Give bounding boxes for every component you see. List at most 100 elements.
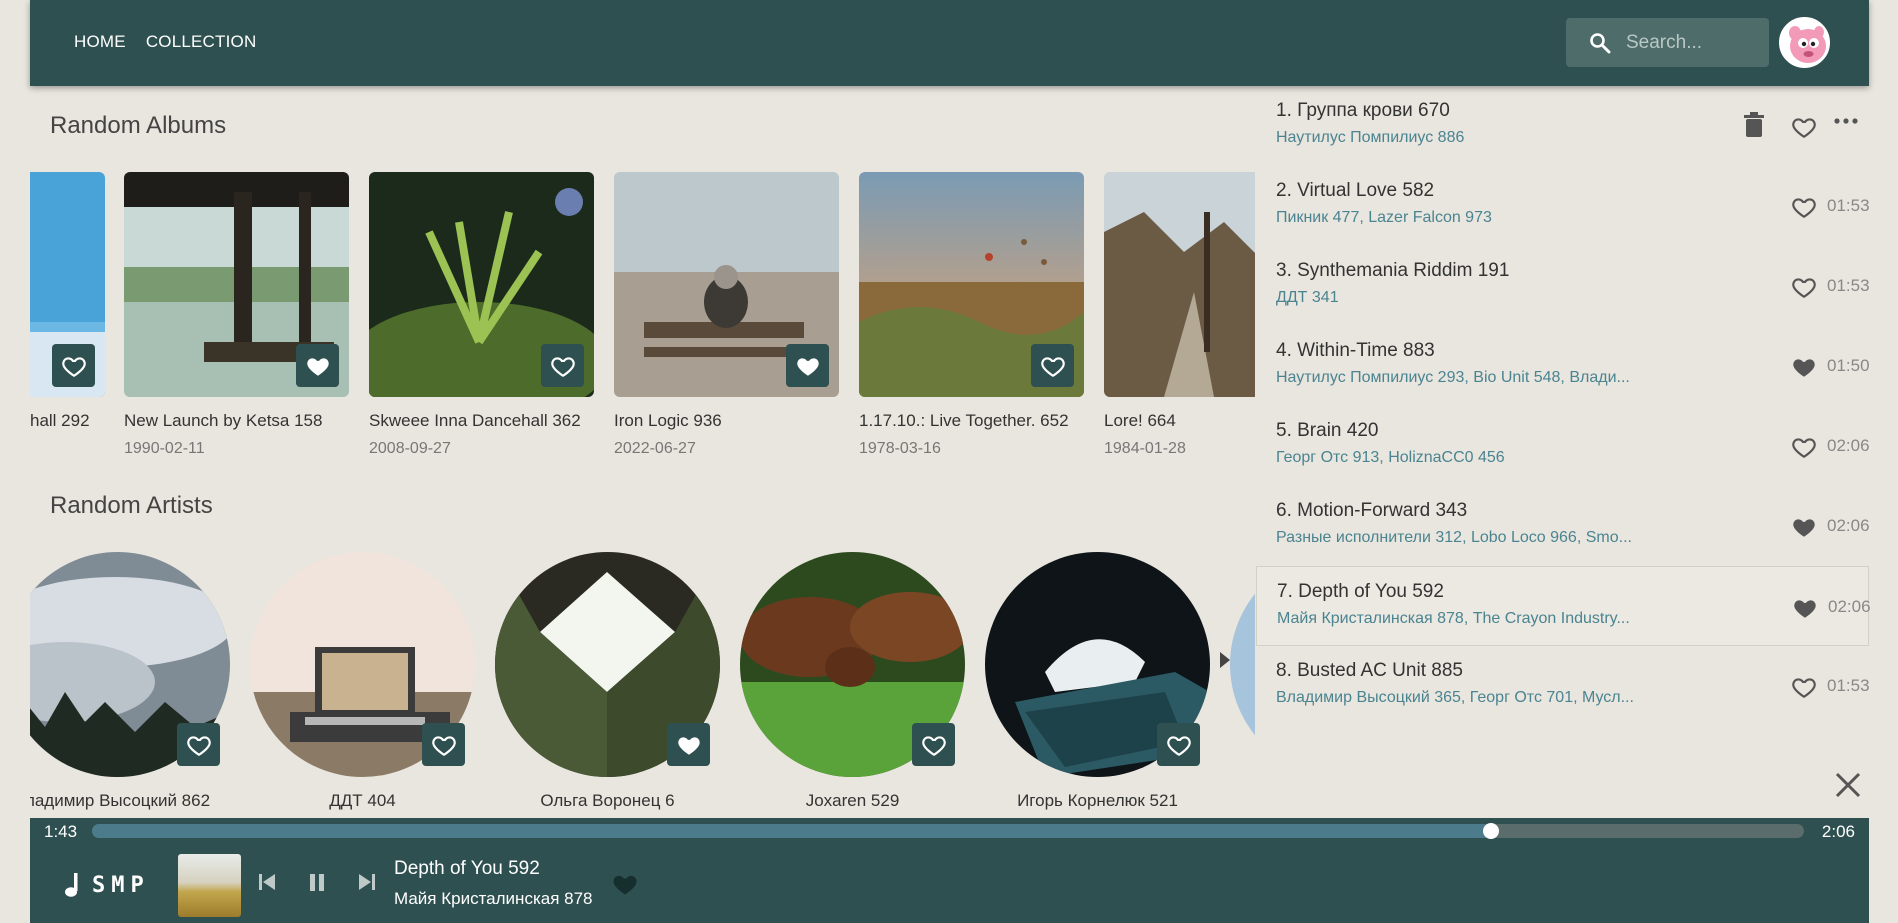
album-favorite-button[interactable] [296, 344, 339, 387]
queue-track-duration: 02:06 [1827, 436, 1870, 455]
queue-item[interactable]: 5. Brain 420 Георг Отс 913, HoliznaCC0 4… [1256, 406, 1870, 486]
album-cover[interactable] [1104, 172, 1255, 397]
now-playing-title[interactable]: Depth of You 592 [394, 858, 540, 880]
queue-item[interactable]: 6. Motion-Forward 343 Разные исполнители… [1256, 486, 1870, 566]
nav-collection-link[interactable]: COLLECTION [146, 32, 257, 52]
heart-filled-icon[interactable] [1790, 514, 1818, 540]
pause-icon[interactable] [307, 871, 327, 893]
next-track-icon[interactable] [357, 871, 377, 893]
queue-item[interactable]: 1. Группа крови 670 Наутилус Помпилиус 8… [1256, 86, 1869, 166]
album-title[interactable]: Iron Logic 936 [614, 411, 839, 431]
heart-filled-icon [306, 357, 329, 376]
queue-item[interactable]: 3. Synthemania Riddim 191 ДДТ 341 01:53 [1256, 246, 1870, 326]
queue-track-title[interactable]: 1. Группа крови 670 [1276, 100, 1450, 122]
album-cover[interactable] [124, 172, 349, 397]
heart-filled-icon[interactable] [1791, 595, 1819, 621]
queue-track-artists[interactable]: Майя Кристалинская 878, The Crayon Indus… [1277, 610, 1630, 628]
artist-card[interactable]: Игорь Корнелюк 521 [985, 552, 1210, 811]
nav-home-link[interactable]: HOME [74, 32, 126, 52]
artist-name[interactable]: ДДТ 404 [250, 791, 475, 811]
artist-favorite-button[interactable] [1157, 723, 1200, 766]
artist-favorite-button[interactable] [422, 723, 465, 766]
queue-track-title[interactable]: 6. Motion-Forward 343 [1276, 500, 1467, 522]
heart-filled-icon[interactable] [1790, 354, 1818, 380]
album-favorite-button[interactable] [541, 344, 584, 387]
album-cover[interactable] [859, 172, 1084, 397]
carousel-next-arrow-icon[interactable] [1218, 650, 1232, 670]
queue-item[interactable]: 2. Virtual Love 582 Пикник 477, Lazer Fa… [1256, 166, 1870, 246]
artist-card[interactable]: ДДТ 404 [250, 552, 475, 811]
queue-track-artists[interactable]: Наутилус Помпилиус 293, Bio Unit 548, Вл… [1276, 369, 1630, 387]
artist-favorite-button[interactable] [667, 723, 710, 766]
queue-item[interactable]: 4. Within-Time 883 Наутилус Помпилиус 29… [1256, 326, 1870, 406]
album-card[interactable]: 1.17.10.: Live Together. 652 1978-03-16 [859, 172, 1084, 458]
album-card[interactable]: Lore! 664 1984-01-28 [1104, 172, 1255, 458]
queue-track-title[interactable]: 7. Depth of You 592 [1277, 581, 1444, 603]
search-box[interactable] [1566, 18, 1769, 67]
progress-slider[interactable] [92, 823, 1804, 839]
user-avatar[interactable] [1779, 17, 1830, 68]
previous-track-icon[interactable] [257, 871, 277, 893]
now-playing-cover[interactable] [178, 854, 241, 917]
queue-track-artists[interactable]: Владимир Высоцкий 365, Георг Отс 701, Му… [1276, 689, 1634, 707]
close-icon[interactable] [1833, 770, 1863, 800]
artist-favorite-button[interactable] [912, 723, 955, 766]
album-cover[interactable] [614, 172, 839, 397]
queue-track-artists[interactable]: Разные исполнители 312, Lobo Loco 966, S… [1276, 529, 1632, 547]
heart-outline-icon [1040, 356, 1065, 377]
artist-name[interactable]: Игорь Корнелюк 521 [985, 791, 1210, 811]
queue-track-title[interactable]: 8. Busted AC Unit 885 [1276, 660, 1463, 682]
queue-track-title[interactable]: 5. Brain 420 [1276, 420, 1378, 442]
album-card[interactable]: hall 292 [30, 172, 105, 440]
queue-track-artists[interactable]: ДДТ 341 [1276, 289, 1339, 307]
artist-card[interactable]: Joxaren 529 [740, 552, 965, 811]
artist-name[interactable]: ладимир Высоцкий 862 [30, 791, 230, 811]
heart-outline-icon[interactable] [1790, 194, 1818, 220]
album-cover[interactable] [369, 172, 594, 397]
album-favorite-button[interactable] [786, 344, 829, 387]
album-favorite-button[interactable] [52, 344, 95, 387]
artist-name[interactable]: Ольга Воронец 6 [495, 791, 720, 811]
heart-outline-icon[interactable] [1790, 674, 1818, 700]
heart-outline-icon [186, 735, 211, 756]
album-favorite-button[interactable] [1031, 344, 1074, 387]
album-title[interactable]: New Launch by Ketsa 158 [124, 411, 349, 431]
album-title[interactable]: hall 292 [30, 411, 105, 431]
progress-knob[interactable] [1482, 823, 1499, 839]
album-title[interactable]: 1.17.10.: Live Together. 652 [859, 411, 1084, 431]
search-input[interactable] [1626, 31, 1756, 54]
heart-outline-icon[interactable] [1790, 434, 1818, 460]
app-logo[interactable]: SMP [62, 872, 150, 898]
queue-item-active[interactable]: 7. Depth of You 592 Майя Кристалинская 8… [1256, 566, 1871, 646]
artist-card[interactable]: Ольга Воронец 6 [495, 552, 720, 811]
album-card[interactable]: Iron Logic 936 2022-06-27 [614, 172, 839, 458]
heart-outline-icon[interactable] [1790, 274, 1818, 300]
delete-icon[interactable] [1742, 111, 1766, 139]
album-card[interactable]: Skweee Inna Dancehall 362 2008-09-27 [369, 172, 594, 458]
queue-track-artists[interactable]: Георг Отс 913, HoliznaCC0 456 [1276, 449, 1505, 467]
albums-carousel[interactable]: hall 292 New Launch by Ketsa 158 1990-02… [30, 172, 1255, 472]
heart-outline-icon [1166, 735, 1191, 756]
album-card[interactable]: New Launch by Ketsa 158 1990-02-11 [124, 172, 349, 458]
heart-outline-icon[interactable] [1790, 114, 1818, 140]
queue-item[interactable]: 8. Busted AC Unit 885 Владимир Высоцкий … [1256, 646, 1870, 726]
album-title[interactable]: Lore! 664 [1104, 411, 1255, 431]
now-playing-artist[interactable]: Майя Кристалинская 878 [394, 889, 593, 909]
artist-name[interactable]: Joxaren 529 [740, 791, 965, 811]
heart-outline-icon [61, 356, 86, 377]
album-cover[interactable] [30, 172, 105, 397]
queue-track-title[interactable]: 4. Within-Time 883 [1276, 340, 1435, 362]
artist-card[interactable]: ладимир Высоцкий 862 [30, 552, 230, 811]
artist-card[interactable] [1230, 552, 1255, 777]
album-title[interactable]: Skweee Inna Dancehall 362 [369, 411, 594, 431]
artist-image[interactable] [1230, 552, 1255, 777]
more-options-icon[interactable] [1834, 117, 1858, 125]
artists-carousel[interactable]: ладимир Высоцкий 862 ДДТ 404 Ольга Ворон… [30, 552, 1255, 817]
queue-track-artists[interactable]: Наутилус Помпилиус 886 [1276, 129, 1464, 147]
queue-track-duration: 01:50 [1827, 356, 1870, 375]
queue-track-title[interactable]: 3. Synthemania Riddim 191 [1276, 260, 1509, 282]
queue-track-artists[interactable]: Пикник 477, Lazer Falcon 973 [1276, 209, 1492, 227]
queue-track-title[interactable]: 2. Virtual Love 582 [1276, 180, 1434, 202]
artist-favorite-button[interactable] [177, 723, 220, 766]
heart-filled-icon[interactable] [610, 870, 640, 898]
